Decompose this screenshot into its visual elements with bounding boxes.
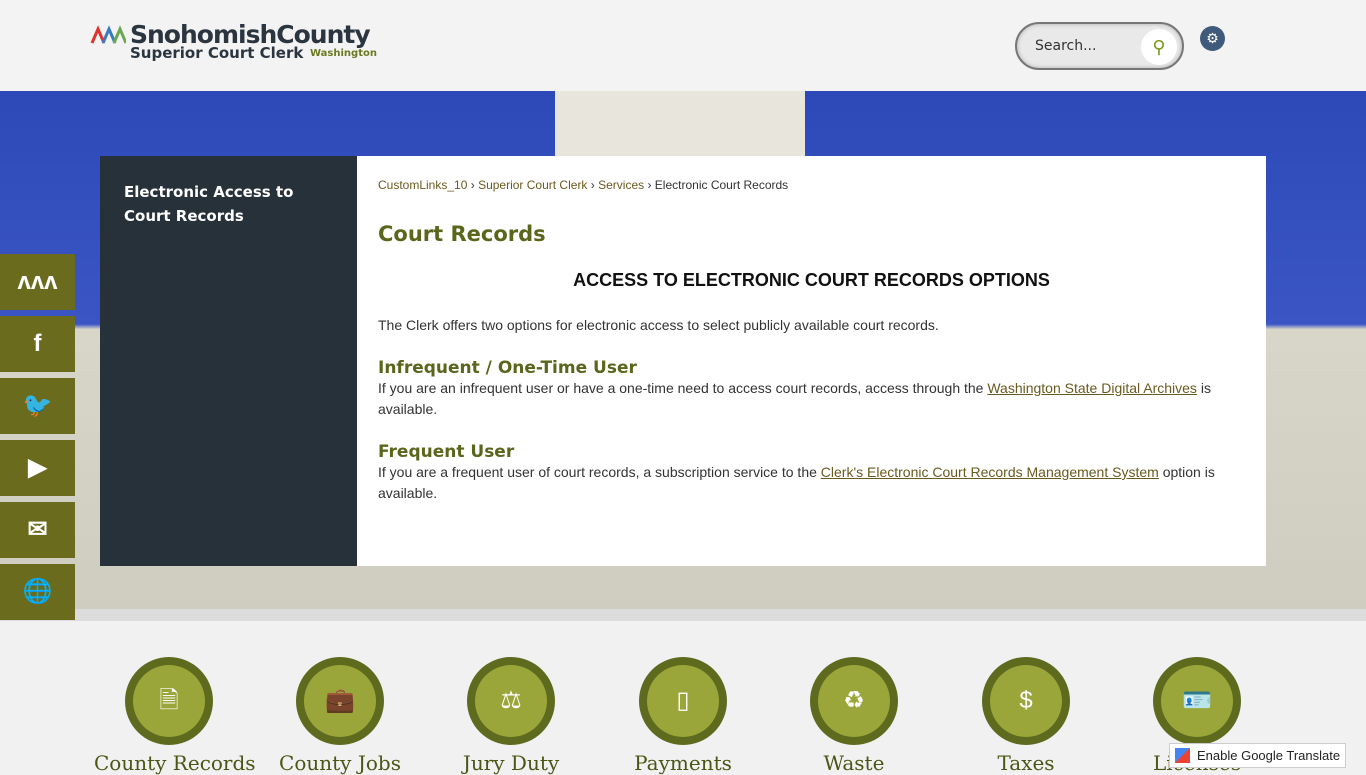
tile-label: Waste (823, 751, 885, 775)
tile-county-jobs[interactable]: 💼 County Jobs (265, 657, 415, 775)
twitter-icon[interactable]: 🐦 (0, 378, 75, 434)
house-dollar-icon: $ (990, 665, 1062, 737)
logo-arrows-icon (90, 25, 126, 44)
globe-icon[interactable]: 🌐 (0, 564, 75, 620)
tile-jury-duty[interactable]: ⚖ Jury Duty (436, 657, 586, 775)
digital-archives-link[interactable]: Washington State Digital Archives (987, 380, 1197, 396)
recycle-icon: ♻ (818, 665, 890, 737)
email-icon[interactable]: ✉ (0, 502, 75, 558)
tile-label: County Jobs (279, 751, 401, 775)
tile-label: Taxes (997, 751, 1055, 775)
tile-county-records[interactable]: 🗎 County Records (94, 657, 256, 775)
tile-taxes[interactable]: $ Taxes (951, 657, 1101, 775)
google-translate-button[interactable]: Enable Google Translate (1169, 743, 1346, 768)
google-icon (1175, 748, 1190, 763)
gavel-icon: ⚖ (475, 665, 547, 737)
infrequent-user-heading: Infrequent / One-Time User (378, 358, 637, 378)
mouse-icon: ▯ (647, 665, 719, 737)
building-tower (555, 91, 805, 156)
gear-icon[interactable]: ⚙ (1200, 26, 1225, 51)
tile-label: County Records (94, 751, 256, 775)
intro-text: The Clerk offers two options for electro… (378, 317, 939, 333)
breadcrumb-link[interactable]: Services (598, 178, 644, 192)
breadcrumb-link[interactable]: Superior Court Clerk (478, 178, 587, 192)
search-box: ⚲ (1015, 22, 1184, 70)
page-title: Court Records (378, 222, 546, 246)
search-input[interactable] (1035, 38, 1135, 54)
breadcrumb-link[interactable]: CustomLinks_10 (378, 178, 467, 192)
facebook-icon[interactable]: f (0, 316, 75, 372)
id-card-icon: 🪪 (1161, 665, 1233, 737)
document-icon: 🗎 (133, 665, 205, 737)
logo-line2: Superior Court Clerk (130, 44, 304, 62)
tile-waste[interactable]: ♻ Waste (779, 657, 929, 775)
tile-label: Payments (634, 751, 732, 775)
translate-label: Enable Google Translate (1197, 748, 1341, 763)
infrequent-user-text: If you are an infrequent user or have a … (378, 378, 1245, 420)
logo-line3: Washington (310, 48, 377, 59)
header: SnohomishCounty Superior Court Clerk Was… (0, 0, 1366, 91)
breadcrumb: CustomLinks_10 › Superior Court Clerk › … (378, 178, 789, 192)
social-bar: ᴧᴧᴧ f 🐦 ▶ ✉ 🌐 (0, 254, 75, 626)
text: If you are an infrequent user or have a … (378, 380, 988, 396)
tile-payments[interactable]: ▯ Payments (608, 657, 758, 775)
text: If you are a frequent user of court reco… (378, 464, 821, 480)
main-content: CustomLinks_10 › Superior Court Clerk › … (357, 156, 1266, 566)
section-heading: ACCESS TO ELECTRONIC COURT RECORDS OPTIO… (573, 270, 1050, 290)
youtube-icon[interactable]: ▶ (0, 440, 75, 496)
frequent-user-text: If you are a frequent user of court reco… (378, 462, 1245, 504)
search-icon[interactable]: ⚲ (1141, 29, 1177, 65)
sidebar-item-electronic-access[interactable]: Electronic Access to Court Records (124, 183, 293, 225)
breadcrumb-current: Electronic Court Records (654, 178, 789, 192)
sidebar: Electronic Access to Court Records (100, 156, 357, 566)
briefcase-icon: 💼 (304, 665, 376, 737)
frequent-user-heading: Frequent User (378, 442, 515, 462)
divider (0, 609, 1366, 621)
tile-label: Jury Duty (462, 751, 560, 775)
county-logo-icon[interactable]: ᴧᴧᴧ (0, 254, 75, 310)
records-system-link[interactable]: Clerk's Electronic Court Records Managem… (821, 464, 1159, 480)
